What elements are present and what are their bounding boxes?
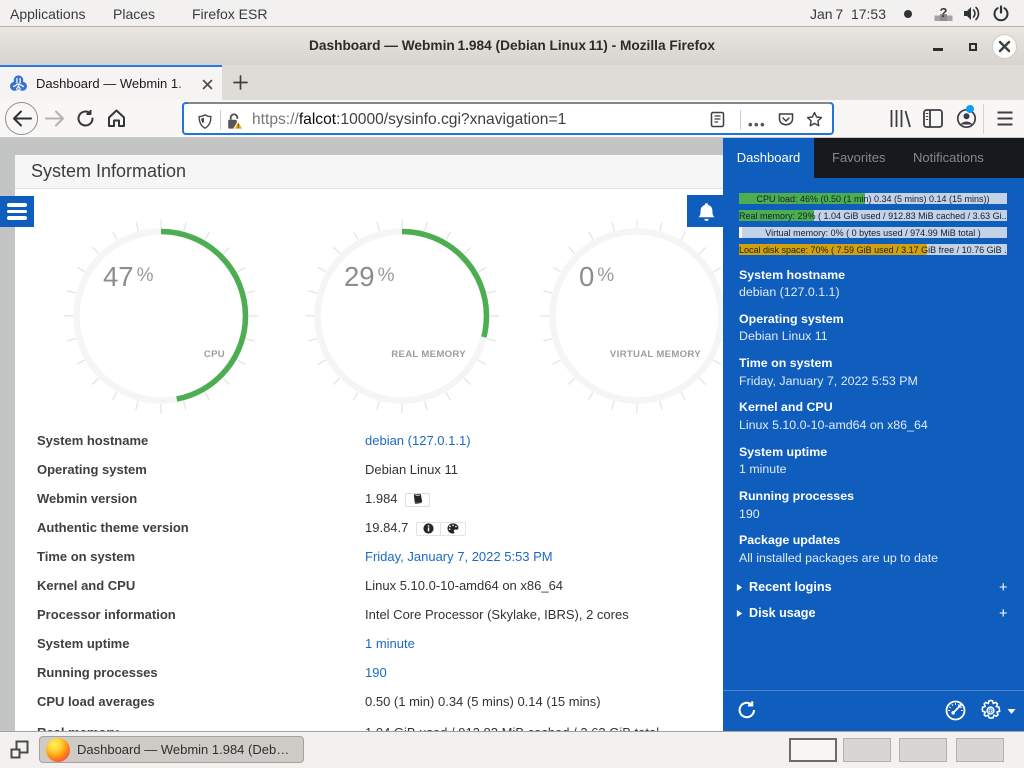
svg-text:?: ?	[940, 6, 948, 20]
